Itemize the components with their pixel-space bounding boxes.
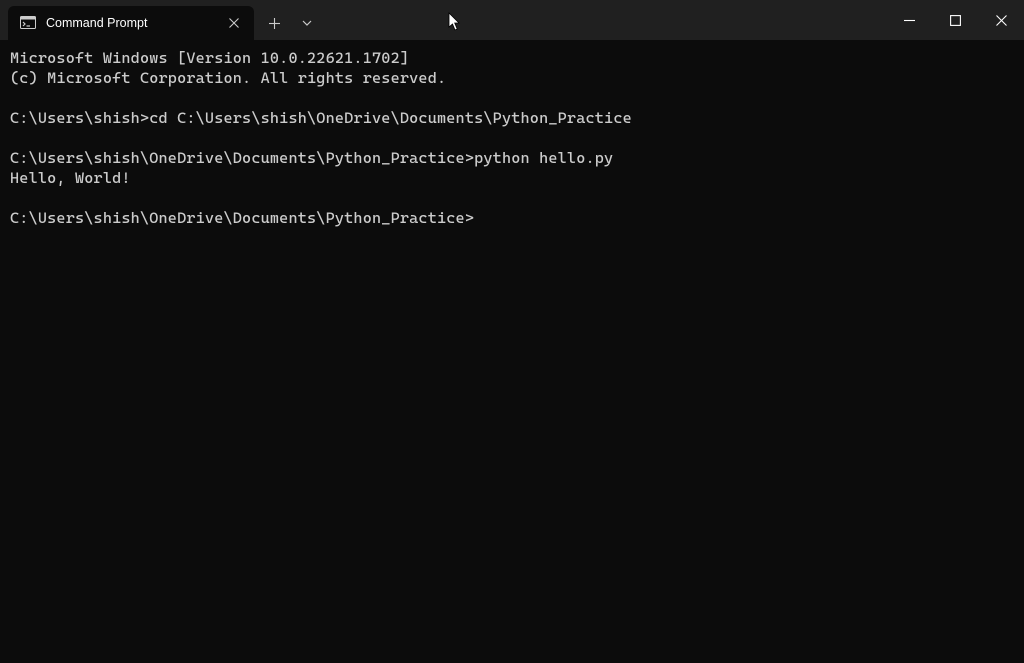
terminal-prompt: C:\Users\shish> xyxy=(10,109,149,127)
titlebar: Command Prompt xyxy=(0,0,1024,40)
terminal-line: Microsoft Windows [Version 10.0.22621.17… xyxy=(10,49,409,67)
maximize-button[interactable] xyxy=(932,0,978,40)
terminal-output-line: Hello, World! xyxy=(10,169,131,187)
minimize-button[interactable] xyxy=(886,0,932,40)
tab-actions xyxy=(256,0,322,40)
close-icon xyxy=(996,15,1007,26)
titlebar-drag-region[interactable] xyxy=(322,0,886,40)
close-window-button[interactable] xyxy=(978,0,1024,40)
plus-icon xyxy=(269,18,280,29)
tab-close-button[interactable] xyxy=(224,13,244,33)
terminal-prompt: C:\Users\shish\OneDrive\Documents\Python… xyxy=(10,209,474,227)
close-icon xyxy=(229,18,239,28)
tab-title: Command Prompt xyxy=(46,16,214,30)
tab-dropdown-button[interactable] xyxy=(292,6,322,40)
maximize-icon xyxy=(950,15,961,26)
new-tab-button[interactable] xyxy=(256,6,292,40)
minimize-icon xyxy=(904,15,915,26)
terminal-command: cd C:\Users\shish\OneDrive\Documents\Pyt… xyxy=(149,109,632,127)
terminal-line: (c) Microsoft Corporation. All rights re… xyxy=(10,69,446,87)
terminal-icon xyxy=(20,15,36,31)
terminal-prompt: C:\Users\shish\OneDrive\Documents\Python… xyxy=(10,149,474,167)
terminal-command: python hello.py xyxy=(474,149,613,167)
tab-command-prompt[interactable]: Command Prompt xyxy=(8,6,254,40)
chevron-down-icon xyxy=(302,20,312,26)
terminal-output[interactable]: Microsoft Windows [Version 10.0.22621.17… xyxy=(0,40,1024,238)
window-controls xyxy=(886,0,1024,40)
